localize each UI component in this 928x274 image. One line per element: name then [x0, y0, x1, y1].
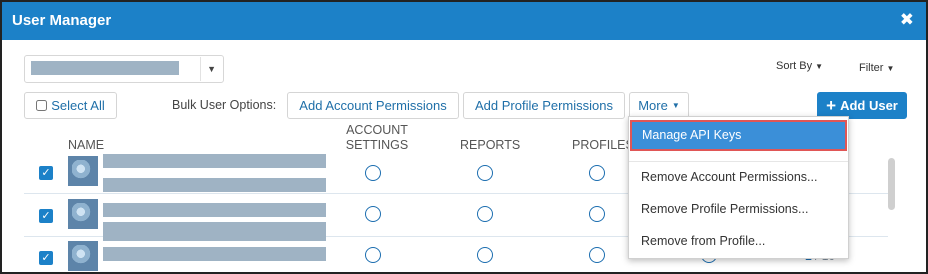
row-checkbox[interactable]: ✓	[39, 251, 53, 265]
redacted-user-name	[103, 227, 326, 241]
select-divider	[200, 57, 201, 81]
bulk-options-label: Bulk User Options:	[172, 98, 277, 112]
window-title: User Manager	[12, 12, 112, 29]
more-dropdown-menu: Manage API Keys Remove Account Permissio…	[628, 116, 849, 259]
add-profile-permissions-button[interactable]: Add Profile Permissions	[463, 92, 625, 119]
profiles-radio[interactable]	[589, 165, 605, 181]
menu-divider	[629, 161, 848, 162]
sort-by-label: Sort By	[776, 60, 813, 72]
row-checkbox[interactable]: ✓	[39, 209, 53, 223]
redacted-user-name	[103, 154, 326, 168]
check-icon: ✓	[41, 167, 51, 179]
sort-by-dropdown[interactable]: Sort By ▼	[776, 60, 823, 72]
title-bar: User Manager ✖	[2, 2, 926, 40]
column-header-account-settings: ACCOUNT SETTINGS	[345, 123, 409, 152]
chevron-down-icon: ▼	[886, 64, 895, 73]
menu-item-remove-from-profile[interactable]: Remove from Profile...	[629, 234, 848, 248]
account-select[interactable]: ▼	[24, 55, 224, 83]
check-icon: ✓	[41, 252, 51, 264]
close-icon[interactable]: ✖	[900, 10, 914, 30]
column-header-name: NAME	[68, 138, 105, 152]
add-user-label: Add User	[840, 98, 898, 113]
plus-icon: +	[826, 95, 837, 115]
check-icon: ✓	[41, 210, 51, 222]
redacted-user-email	[103, 247, 326, 261]
chevron-down-icon: ▼	[207, 64, 216, 74]
avatar	[68, 241, 98, 271]
avatar	[68, 156, 98, 186]
redacted-user-email	[103, 178, 326, 192]
select-all-button[interactable]: Select All	[24, 92, 117, 119]
avatar	[68, 199, 98, 229]
row-checkbox[interactable]: ✓	[39, 166, 53, 180]
profiles-radio[interactable]	[589, 247, 605, 263]
filter-dropdown[interactable]: Filter ▼	[859, 62, 894, 74]
menu-item-manage-api-keys[interactable]: Manage API Keys	[630, 120, 847, 151]
reports-radio[interactable]	[477, 165, 493, 181]
account-settings-radio[interactable]	[365, 247, 381, 263]
redacted-account-name	[31, 61, 179, 75]
add-account-permissions-button[interactable]: Add Account Permissions	[287, 92, 459, 119]
menu-item-remove-account-permissions[interactable]: Remove Account Permissions...	[629, 170, 848, 184]
vertical-scrollbar[interactable]	[888, 158, 895, 210]
add-account-permissions-label: Add Account Permissions	[299, 98, 447, 113]
column-header-profiles: PROFILES	[572, 138, 634, 152]
profiles-radio[interactable]	[589, 206, 605, 222]
add-user-button[interactable]: + Add User	[817, 92, 907, 119]
filter-label: Filter	[859, 62, 884, 74]
menu-item-remove-profile-permissions[interactable]: Remove Profile Permissions...	[629, 202, 848, 216]
reports-radio[interactable]	[477, 247, 493, 263]
account-settings-radio[interactable]	[365, 165, 381, 181]
user-manager-window: User Manager ✖ ▼ Sort By ▼ Filter ▼ Select…	[0, 0, 928, 274]
column-header-reports: REPORTS	[460, 138, 521, 152]
more-button[interactable]: More ▼	[629, 92, 689, 119]
account-settings-radio[interactable]	[365, 206, 381, 222]
chevron-down-icon: ▼	[815, 62, 823, 71]
chevron-down-icon: ▼	[671, 101, 680, 110]
select-all-checkbox[interactable]	[36, 100, 48, 111]
add-profile-permissions-label: Add Profile Permissions	[475, 98, 613, 113]
reports-radio[interactable]	[477, 206, 493, 222]
redacted-user-name	[103, 203, 326, 217]
more-label: More	[638, 98, 668, 113]
select-all-label: Select All	[51, 98, 105, 113]
